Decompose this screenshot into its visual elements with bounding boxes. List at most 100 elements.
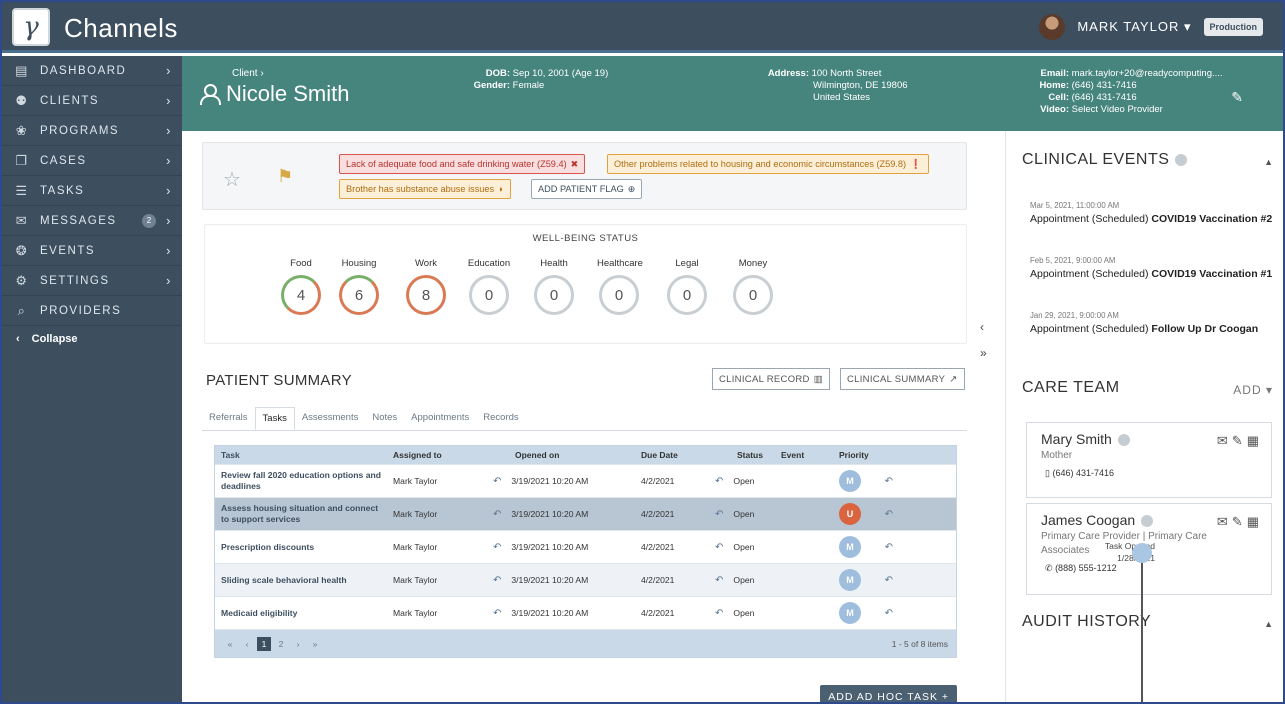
tab-assessments[interactable]: Assessments [295, 407, 366, 430]
history-icon[interactable]: ↶ [715, 476, 723, 487]
history-icon[interactable]: ↶ [715, 509, 723, 520]
info-icon[interactable] [1117, 434, 1130, 447]
wellbeing-work[interactable]: Work 8 [404, 258, 448, 315]
wellbeing-education[interactable]: Education 0 [467, 258, 511, 315]
info-icon[interactable] [1175, 153, 1188, 166]
tab-appointments[interactable]: Appointments [404, 407, 476, 430]
history-icon[interactable]: ↶ [715, 542, 723, 553]
score-ring: 0 [733, 275, 773, 315]
column-header[interactable]: Due Date [635, 450, 715, 460]
history-icon[interactable]: ↶ [715, 575, 723, 586]
column-header[interactable]: Task [215, 450, 387, 461]
history-icon[interactable]: ↶ [493, 608, 501, 619]
page-2-button[interactable]: 2 [274, 637, 288, 651]
tab-tasks[interactable]: Tasks [254, 407, 295, 430]
column-header[interactable]: Assigned to [387, 450, 487, 460]
table-row[interactable]: Sliding scale behavioral health Mark Tay… [215, 563, 956, 596]
column-header[interactable]: Priority [833, 450, 893, 460]
column-header[interactable]: Status [715, 450, 765, 460]
add-care-team-dropdown[interactable]: ADD ▾ [1233, 383, 1273, 397]
calendar-icon[interactable]: ▦ [1247, 514, 1259, 530]
clinical-record-button[interactable]: CLINICAL RECORD ▥ [712, 368, 831, 390]
sidebar-item-programs[interactable]: ❀ PROGRAMS › [2, 116, 182, 146]
history-icon[interactable]: ↶ [493, 575, 501, 586]
edit-icon[interactable]: ✎ [1232, 433, 1243, 449]
wellbeing-health[interactable]: Health 0 [532, 258, 576, 315]
flag-badge-substance[interactable]: Brother has substance abuse issues ◗ [339, 179, 511, 199]
timeline-dot[interactable] [1132, 543, 1152, 563]
last-page-button[interactable]: » [308, 637, 322, 651]
double-chevron-right-icon[interactable]: » [980, 346, 987, 360]
table-row[interactable]: Prescription discounts Mark Taylor ↶ 3/19… [215, 530, 956, 563]
sidebar-item-events[interactable]: ❂ EVENTS › [2, 236, 182, 266]
wellbeing-legal[interactable]: Legal 0 [665, 258, 709, 315]
clinical-event-item[interactable]: Mar 5, 2021, 11:00:00 AM Appointment (Sc… [1030, 201, 1280, 226]
wellbeing-food[interactable]: Food 4 [279, 258, 323, 315]
table-row[interactable]: Assess housing situation and connect to … [215, 497, 956, 530]
wellbeing-healthcare[interactable]: Healthcare 0 [597, 258, 643, 315]
flag-badge-food[interactable]: Lack of adequate food and safe drinking … [339, 154, 586, 174]
edit-icon[interactable]: ✎ [1231, 89, 1243, 106]
sidebar-item-providers[interactable]: ⌕ PROVIDERS [2, 296, 182, 326]
chevron-right-icon: › [166, 123, 172, 138]
history-icon[interactable]: ↶ [493, 476, 501, 487]
star-icon[interactable]: ☆ [223, 167, 241, 192]
history-icon[interactable]: ↶ [885, 575, 893, 586]
collapse-audit-history[interactable]: ▲ [1264, 619, 1273, 629]
flag-badge-housing[interactable]: Other problems related to housing and ec… [607, 154, 929, 174]
video-provider-link[interactable]: Select Video Provider [1072, 104, 1163, 115]
user-name-dropdown[interactable]: MARK TAYLOR ▾ [1077, 19, 1191, 35]
history-icon[interactable]: ↶ [493, 542, 501, 553]
pill-icon: ◗ [498, 184, 504, 194]
edit-icon[interactable]: ✎ [1232, 514, 1243, 530]
table-row[interactable]: Medicaid eligibility Mark Taylor ↶ 3/19/2… [215, 596, 956, 629]
first-page-button[interactable]: « [223, 637, 237, 651]
next-page-button[interactable]: › [291, 637, 305, 651]
column-header[interactable]: Opened on [487, 450, 635, 460]
user-menu: MARK TAYLOR ▾ Production [1039, 14, 1263, 40]
history-icon[interactable]: ↶ [715, 608, 723, 619]
sidebar-item-clients[interactable]: ⚉ CLIENTS › [2, 86, 182, 116]
collapse-clinical-events[interactable]: ▲ [1264, 157, 1273, 167]
tab-records[interactable]: Records [476, 407, 525, 430]
sidebar-item-dashboard[interactable]: ▤ DASHBOARD › [2, 56, 182, 86]
info-icon[interactable] [1141, 515, 1154, 528]
tab-notes[interactable]: Notes [365, 407, 404, 430]
breadcrumb[interactable]: Client › [232, 68, 264, 79]
clinical-summary-button[interactable]: CLINICAL SUMMARY ↗ [840, 368, 965, 390]
collapse-sidebar-button[interactable]: ‹ Collapse [2, 326, 182, 352]
history-icon[interactable]: ↶ [885, 509, 893, 520]
column-header[interactable]: Event [765, 450, 833, 460]
care-team-card[interactable]: Mary Smith Mother ▯ (646) 431-7416 ✉ ✎ ▦ [1026, 422, 1272, 498]
close-icon[interactable]: ✖ [571, 159, 579, 170]
page-1-button[interactable]: 1 [257, 636, 271, 651]
table-row[interactable]: Review fall 2020 education options and d… [215, 464, 956, 497]
toggle-right-panel[interactable]: ‹ » [980, 320, 987, 360]
wellbeing-housing[interactable]: Housing 6 [337, 258, 381, 315]
settings-icon: ⚙ [15, 272, 29, 288]
prev-page-button[interactable]: ‹ [240, 637, 254, 651]
sidebar-item-settings[interactable]: ⚙ SETTINGS › [2, 266, 182, 296]
history-icon[interactable]: ↶ [493, 509, 501, 520]
calendar-icon[interactable]: ▦ [1247, 433, 1259, 449]
sidebar-item-cases[interactable]: ❐ CASES › [2, 146, 182, 176]
user-avatar[interactable] [1039, 14, 1066, 40]
sidebar-item-messages[interactable]: ✉ MESSAGES 2 › [2, 206, 182, 236]
history-icon[interactable]: ↶ [885, 542, 893, 553]
envelope-icon[interactable]: ✉ [1217, 433, 1228, 449]
priority-badge: M [839, 602, 861, 624]
tab-referrals[interactable]: Referrals [202, 407, 255, 430]
history-icon[interactable]: ↶ [885, 476, 893, 487]
score-ring: 0 [469, 275, 509, 315]
envelope-icon[interactable]: ✉ [1217, 514, 1228, 530]
clinical-event-item[interactable]: Feb 5, 2021, 9:00:00 AM Appointment (Sch… [1030, 256, 1280, 281]
chevron-left-icon[interactable]: ‹ [980, 320, 987, 334]
wellbeing-money[interactable]: Money 0 [731, 258, 775, 315]
history-icon[interactable]: ↶ [885, 608, 893, 619]
add-ad-hoc-task-button[interactable]: ADD AD HOC TASK + [820, 685, 957, 702]
clinical-event-item[interactable]: Jan 29, 2021, 9:00:00 AM Appointment (Sc… [1030, 311, 1280, 336]
sidebar-item-tasks[interactable]: ☰ TASKS › [2, 176, 182, 206]
add-patient-flag-button[interactable]: ADD PATIENT FLAG ⊕ [531, 179, 643, 199]
chart-icon: ▥ [813, 373, 824, 385]
app-logo[interactable]: γ [12, 8, 50, 46]
